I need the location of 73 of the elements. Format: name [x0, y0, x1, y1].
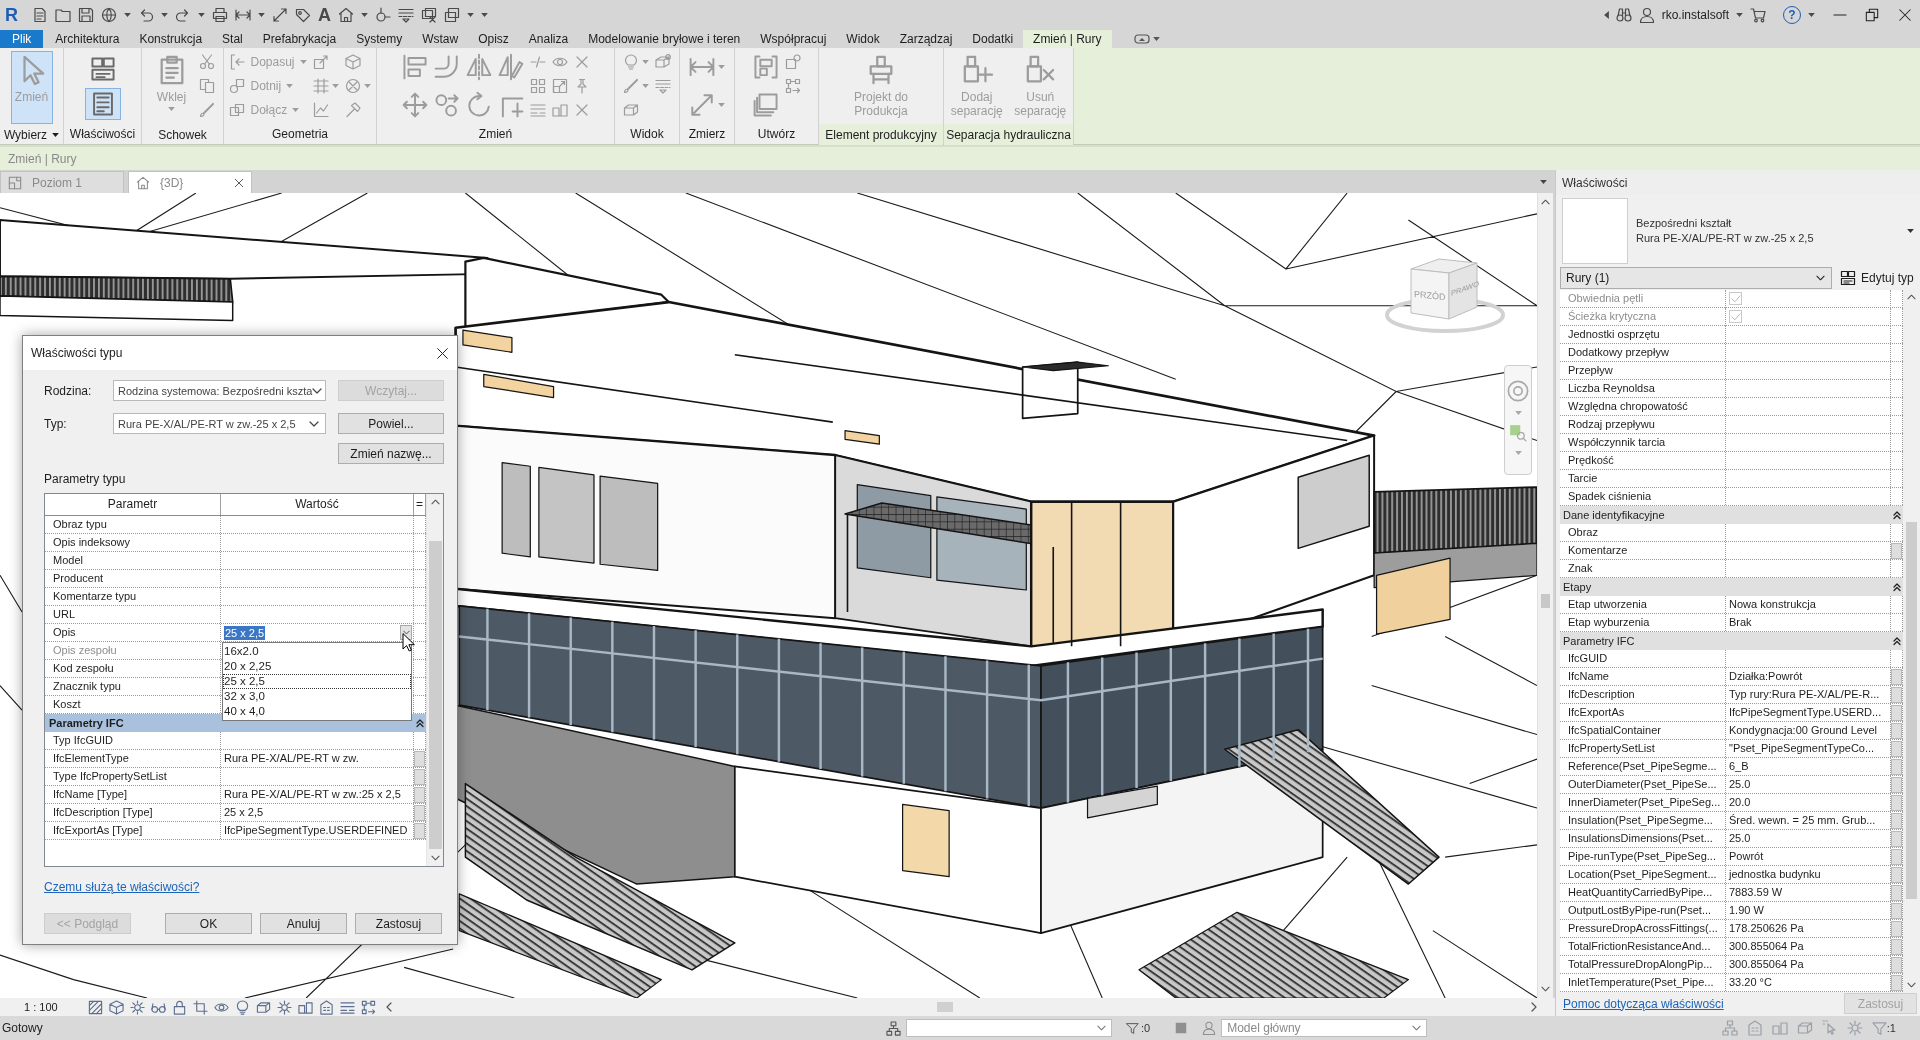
- parameter-name: Reference(Pset_PipeSegme...: [1560, 758, 1726, 775]
- parameter-name: Komentarze typu: [45, 588, 221, 605]
- parameter-name: IfcGUID: [1560, 650, 1726, 667]
- parameter-name: TotalFrictionResistanceAnd...: [1560, 938, 1726, 955]
- parameter-name: URL: [45, 606, 221, 623]
- panel-label: Schowek: [157, 126, 208, 144]
- parameter-name: Opis indeksowy: [45, 534, 221, 551]
- parameter-name: IfcExportAs: [1560, 704, 1726, 721]
- parameter-name: PressureDropAcrossFittings(...: [1560, 920, 1726, 937]
- panel-label: Separacja hydrauliczna: [944, 124, 1073, 145]
- parameter-name: Obwiednia pętli: [1560, 290, 1726, 308]
- viewcube-face-label: PRZÓD: [1414, 289, 1446, 303]
- parameter-name: IfcSpatialContainer: [1560, 722, 1726, 739]
- parameter-name: Ścieżka krytyczna: [1560, 308, 1726, 326]
- parameter-name: InnerDiameter(Pset_PipeSeg...: [1560, 794, 1726, 811]
- parameter-name: Opis: [45, 624, 221, 641]
- parameter-name: Obraz typu: [45, 516, 221, 533]
- parameter-name: Etap wyburzenia: [1560, 614, 1726, 631]
- parameter-name: IfcName [Type]: [45, 786, 221, 803]
- parameter-name: InletTemperature(Pset_Pipe...: [1560, 974, 1726, 991]
- parameter-name: Jednostki osprzętu: [1560, 326, 1726, 343]
- status-text: Gotowy: [2, 1021, 43, 1035]
- parameter-name: Pipe-runType(Pset_PipeSeg...: [1560, 848, 1726, 865]
- panel-label: Element produkcyjny: [819, 124, 943, 145]
- parameter-name: Rodzaj przepływu: [1560, 416, 1726, 433]
- parameter-name: Liczba Reynoldsa: [1560, 380, 1726, 397]
- dialog-title: Właściwości typu: [31, 346, 123, 360]
- type-name-label: Rura PE-X/AL/PE-RT w zw.-25 x 2,5: [1636, 232, 1814, 244]
- context-label: Zmień | Rury: [8, 151, 77, 166]
- panel-label: Widok: [629, 125, 665, 143]
- parameter-name: Tarcie: [1560, 470, 1726, 487]
- parameter-name: Względna chropowatość: [1560, 398, 1726, 415]
- parameter-name: Etap utworzenia: [1560, 596, 1726, 613]
- parameter-name: IfcName: [1560, 668, 1726, 685]
- parameter-name: Prędkość: [1560, 452, 1726, 469]
- parameter-name: Model: [45, 552, 221, 569]
- parameter-name: Location(Pset_PipeSegment...: [1560, 866, 1726, 883]
- parameter-name: Insulation(Pset_PipeSegme...: [1560, 812, 1726, 829]
- field-label: Typ:: [44, 416, 68, 431]
- field-label: Rodzina:: [44, 383, 93, 398]
- type-family-label: Bezpośredni kształt: [1636, 217, 1733, 229]
- parameter-name: Dodatkowy przepływ: [1560, 344, 1726, 361]
- section-label: Parametry typu: [44, 472, 127, 486]
- parameter-name: IfcPropertySetList: [1560, 740, 1726, 757]
- parameter-name: HeatQuantityCarriedByPipe...: [1560, 884, 1726, 901]
- parameter-name: OuterDiameter(Pset_PipeSe...: [1560, 776, 1726, 793]
- parameter-name: TotalPressureDropAlongPip...: [1560, 956, 1726, 973]
- selection-count: :1: [1886, 1022, 1896, 1034]
- parameter-name: Koszt: [45, 696, 221, 713]
- parameter-name: IfcExportAs [Type]: [45, 822, 221, 839]
- parameter-name: Współczynnik tarcia: [1560, 434, 1726, 451]
- parameter-name: Type IfcPropertySetList: [45, 768, 221, 785]
- parameter-name: Typ IfcGUID: [45, 732, 221, 749]
- parameter-name: Znacznik typu: [45, 678, 221, 695]
- filter-count: :0: [1141, 1022, 1151, 1034]
- parameter-name: IfcDescription: [1560, 686, 1726, 703]
- panel-label: Zmierz: [687, 125, 727, 143]
- parameter-name: IfcElementType: [45, 750, 221, 767]
- parameter-name: OutputLostByPipe-run(Pset...: [1560, 902, 1726, 919]
- parameter-name: Spadek ciśnienia: [1560, 488, 1726, 505]
- panel-label: Geometria: [271, 125, 329, 143]
- panel-label: Utwórz: [756, 125, 797, 143]
- parameter-name: Komentarze: [1560, 542, 1726, 559]
- parameter-name: Opis zespołu: [45, 642, 221, 659]
- parameter-name: Obraz: [1560, 524, 1726, 541]
- parameter-name: Przepływ: [1560, 362, 1726, 379]
- parameter-name: Kod zespołu: [45, 660, 221, 677]
- panel-label: Zmień: [477, 125, 514, 143]
- parameter-name: InsulationsDimensions(Pset...: [1560, 830, 1726, 847]
- parameter-name: Producent: [45, 570, 221, 587]
- parameter-name: IfcDescription [Type]: [45, 804, 221, 821]
- panel-label: Właściwości: [68, 125, 137, 143]
- parameter-name: Znak: [1560, 560, 1726, 577]
